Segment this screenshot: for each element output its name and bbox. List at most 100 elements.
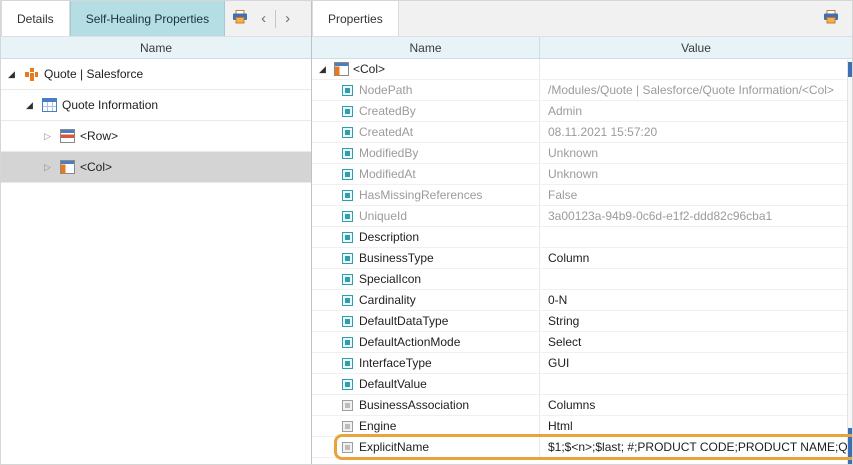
property-value[interactable]: Columns	[548, 398, 595, 412]
property-name-cell: Engine	[312, 416, 540, 436]
tab-details[interactable]: Details	[1, 1, 70, 36]
property-row-Engine[interactable]: Engine Html	[312, 416, 852, 437]
property-value-cell[interactable]: False	[540, 185, 852, 205]
property-row-SpecialIcon[interactable]: SpecialIcon	[312, 269, 852, 290]
property-name-cell: DefaultDataType	[312, 311, 540, 331]
property-value-cell[interactable]	[540, 269, 852, 289]
property-value[interactable]: Column	[548, 251, 589, 265]
property-row-ModifiedBy[interactable]: ModifiedByUnknown	[312, 143, 852, 164]
property-value[interactable]: 08.11.2021 15:57:20	[548, 125, 657, 139]
property-value[interactable]: /Modules/Quote | Salesforce/Quote Inform…	[548, 83, 834, 97]
property-row-ExplicitName[interactable]: ExplicitName$1;$<n>;$last; #;PRODUCT COD…	[312, 437, 852, 458]
property-name: Cardinality	[359, 293, 416, 307]
print-button[interactable]	[816, 10, 846, 27]
tree-node[interactable]: ◢ Quote Information	[1, 90, 311, 121]
property-value-cell[interactable]: 0-N	[540, 290, 852, 310]
property-name: CreatedBy	[359, 104, 416, 118]
property-row-BusinessType[interactable]: BusinessTypeColumn	[312, 248, 852, 269]
property-row-BusinessAssociation[interactable]: BusinessAssociationColumns	[312, 395, 852, 416]
property-value[interactable]: Html	[548, 419, 573, 433]
property-row-InterfaceType[interactable]: InterfaceType GUI	[312, 353, 852, 374]
property-name-cell: DefaultValue	[312, 374, 540, 394]
property-name-cell: InterfaceType	[312, 353, 540, 373]
caret-collapsed-icon[interactable]: ▷	[41, 162, 54, 173]
property-name-cell: NodePath	[312, 80, 540, 100]
tree-node[interactable]: ▷ <Col>	[1, 152, 311, 183]
root-value-cell	[540, 59, 852, 79]
property-value-cell[interactable]: Unknown	[540, 143, 852, 163]
grid-root-row[interactable]: ◢ <Col>	[312, 59, 852, 80]
app-window: Details Self-Healing Properties ‹ › Name…	[0, 0, 853, 465]
property-row-NodePath[interactable]: NodePath/Modules/Quote | Salesforce/Quot…	[312, 80, 852, 101]
property-value-cell[interactable]: Select	[540, 332, 852, 352]
tab-scroll-right-icon[interactable]: ›	[279, 11, 296, 26]
property-row-DefaultActionMode[interactable]: DefaultActionMode Select	[312, 332, 852, 353]
property-name-cell: DefaultActionMode	[312, 332, 540, 352]
property-name: UniqueId	[359, 209, 407, 223]
property-icon	[342, 379, 353, 390]
property-value[interactable]: Select	[548, 335, 581, 349]
property-value[interactable]: Admin	[548, 104, 582, 118]
property-value-cell[interactable]: String	[540, 311, 852, 331]
caret-expanded-icon[interactable]: ◢	[316, 64, 329, 75]
scrollbar-thumb-top[interactable]	[848, 62, 852, 77]
property-row-Description[interactable]: Description	[312, 227, 852, 248]
print-button[interactable]	[225, 1, 255, 36]
property-name-cell: HasMissingReferences	[312, 185, 540, 205]
property-value-cell[interactable]: Unknown	[540, 164, 852, 184]
property-value[interactable]: String	[548, 314, 579, 328]
printer-icon	[823, 10, 839, 27]
tab-self-healing-properties[interactable]: Self-Healing Properties	[70, 1, 225, 36]
property-value[interactable]: $1;$<n>;$last; #;PRODUCT CODE;PRODUCT NA…	[548, 440, 848, 454]
caret-expanded-icon[interactable]: ◢	[23, 100, 36, 111]
vertical-scrollbar[interactable]	[847, 60, 852, 464]
property-value-cell[interactable]: Columns	[540, 395, 852, 415]
property-row-Cardinality[interactable]: Cardinality 0-N	[312, 290, 852, 311]
caret-expanded-icon[interactable]: ◢	[5, 69, 18, 80]
caret-collapsed-icon[interactable]: ▷	[41, 131, 54, 142]
property-value[interactable]: Unknown	[548, 167, 598, 181]
property-row-CreatedBy[interactable]: CreatedBy Admin	[312, 101, 852, 122]
property-value[interactable]: GUI	[548, 356, 569, 370]
property-value[interactable]: Unknown	[548, 146, 598, 160]
tab-scroll-left-icon[interactable]: ‹	[255, 11, 272, 26]
tree-column-header[interactable]: Name	[1, 37, 311, 59]
property-value[interactable]: 3a00123a-94b9-0c6d-e1f2-ddd82c96cba1	[548, 209, 772, 223]
grid-header: Name Value	[312, 37, 852, 59]
property-row-HasMissingReferences[interactable]: HasMissingReferences False	[312, 185, 852, 206]
column-header-value[interactable]: Value	[540, 37, 852, 58]
property-value-cell[interactable]: 3a00123a-94b9-0c6d-e1f2-ddd82c96cba1	[540, 206, 852, 226]
tree-node[interactable]: ◢ Quote | Salesforce	[1, 59, 311, 90]
property-icon	[342, 274, 353, 285]
property-value-cell[interactable]	[540, 374, 852, 394]
root-name-cell: ◢ <Col>	[312, 59, 540, 79]
property-row-DefaultDataType[interactable]: DefaultDataType String	[312, 311, 852, 332]
property-name-cell: SpecialIcon	[312, 269, 540, 289]
property-value-cell[interactable]: 08.11.2021 15:57:20	[540, 122, 852, 142]
property-value-cell[interactable]	[540, 227, 852, 247]
tree-column-header-label: Name	[140, 41, 172, 55]
property-row-DefaultValue[interactable]: DefaultValue	[312, 374, 852, 395]
scrollbar-thumb-bottom[interactable]	[848, 428, 852, 464]
property-row-UniqueId[interactable]: UniqueId 3a00123a-94b9-0c6d-e1f2-ddd82c96…	[312, 206, 852, 227]
property-value[interactable]: 0-N	[548, 293, 567, 307]
property-icon	[342, 211, 353, 222]
property-row-CreatedAt[interactable]: CreatedAt 08.11.2021 15:57:20	[312, 122, 852, 143]
tree-node[interactable]: ▷ <Row>	[1, 121, 311, 152]
column-header-name[interactable]: Name	[312, 37, 540, 58]
property-value-cell[interactable]: Html	[540, 416, 852, 436]
property-name: CreatedAt	[359, 125, 413, 139]
property-value-cell[interactable]: $1;$<n>;$last; #;PRODUCT CODE;PRODUCT NA…	[540, 437, 852, 457]
property-value-cell[interactable]: Admin	[540, 101, 852, 121]
root-label: <Col>	[353, 62, 385, 76]
property-value[interactable]: False	[548, 188, 577, 202]
property-value-cell[interactable]: GUI	[540, 353, 852, 373]
property-icon	[342, 190, 353, 201]
right-tabbar: Properties	[312, 1, 852, 37]
tab-properties[interactable]: Properties	[312, 1, 399, 36]
property-value-cell[interactable]: Column	[540, 248, 852, 268]
property-row-ModifiedAt[interactable]: ModifiedAtUnknown	[312, 164, 852, 185]
property-value-cell[interactable]: /Modules/Quote | Salesforce/Quote Inform…	[540, 80, 852, 100]
property-name: DefaultValue	[359, 377, 427, 391]
properties-panel: Properties Name Value ◢	[312, 1, 852, 464]
